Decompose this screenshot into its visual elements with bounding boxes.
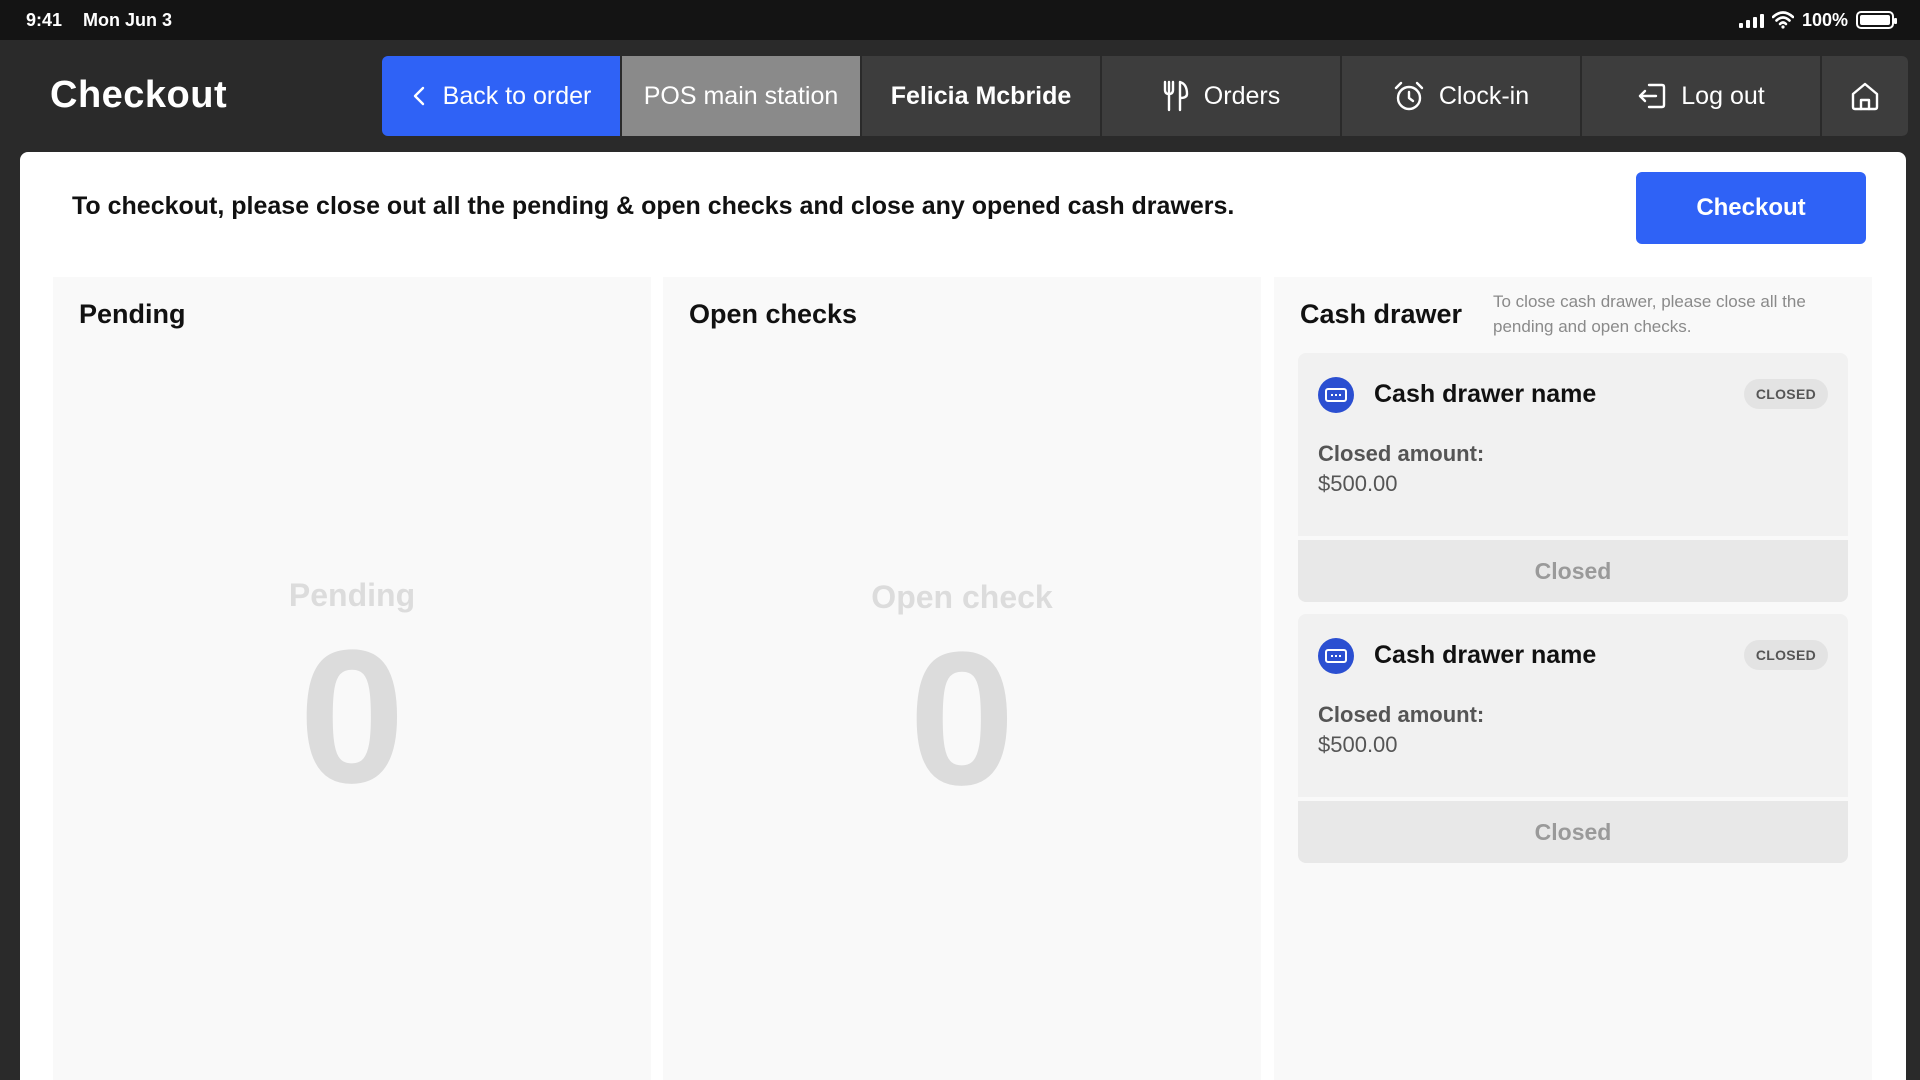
clock-in-label: Clock-in [1438,81,1530,110]
pending-column: Pending Pending 0 [53,277,651,1080]
cash-drawer-icon [1318,638,1354,674]
page-title: Checkout [50,74,228,116]
user-button[interactable]: Felicia Mcbride [862,56,1100,136]
battery-percent: 100% [1801,9,1848,30]
open-checks-title: Open checks [689,299,858,329]
pos-station-label: POS main station [643,81,839,110]
open-checks-count: 0 [909,613,1015,825]
status-bar: 9:41 Mon Jun 3 100% [0,0,1920,40]
battery-icon [1856,11,1897,29]
cash-drawer-name: Cash drawer name [1374,641,1597,669]
status-badge: CLOSED [1743,640,1828,670]
closed-amount-label: Closed amount: [1318,702,1485,727]
cash-drawer-name: Cash drawer name [1374,380,1597,408]
orders-button[interactable]: Orders [1102,56,1340,136]
cash-drawer-closed-button[interactable]: Closed [1298,540,1848,602]
cash-drawer-closed-button[interactable]: Closed [1298,801,1848,863]
closed-amount-label: Closed amount: [1318,441,1485,466]
pending-title: Pending [79,299,186,329]
status-time: 9:41 [26,9,63,30]
back-to-order-label: Back to order [442,81,592,110]
cash-drawer-card: Cash drawer name CLOSED Closed amount: $… [1298,353,1848,536]
fork-knife-icon [1163,80,1188,112]
home-button[interactable] [1822,56,1908,136]
pending-count: 0 [299,611,405,823]
status-badge: CLOSED [1743,379,1828,409]
cash-drawer-title: Cash drawer [1300,299,1463,329]
status-date: Mon Jun 3 [83,9,173,30]
top-nav: Back to order POS main station Felicia M… [382,56,1908,136]
chevron-left-icon [413,86,424,106]
checkout-panel: To checkout, please close out all the pe… [20,152,1906,1080]
pos-station-button[interactable]: POS main station [622,56,860,136]
cash-drawer-card: Cash drawer name CLOSED Closed amount: $… [1298,614,1848,797]
log-out-button[interactable]: Log out [1582,56,1820,136]
checkout-button[interactable]: Checkout [1636,172,1866,244]
user-name: Felicia Mcbride [890,81,1072,110]
alarm-clock-icon [1394,81,1424,111]
cellular-signal-icon [1738,12,1764,28]
home-icon [1851,82,1879,111]
checkout-instructions: To checkout, please close out all the pe… [72,192,1235,220]
cash-drawer-note: To close cash drawer, please close all t… [1493,292,1806,336]
back-to-order-button[interactable]: Back to order [382,56,620,136]
closed-amount-value: $500.00 [1318,471,1398,496]
pending-empty-label: Pending [288,577,416,613]
status-bar-left: 9:41 Mon Jun 3 [26,10,188,31]
header: Checkout Back to order POS main station … [0,40,1920,152]
log-out-icon [1639,83,1666,109]
clock-in-button[interactable]: Clock-in [1342,56,1580,136]
open-checks-column: Open checks Open check 0 [663,277,1261,1080]
closed-amount-value: $500.00 [1318,732,1398,757]
status-bar-right: 100% [1738,9,1897,31]
cash-drawer-column: Cash drawer To close cash drawer, please… [1274,277,1872,1080]
log-out-label: Log out [1681,81,1765,110]
orders-label: Orders [1203,81,1281,110]
open-checks-empty-label: Open check [871,579,1053,615]
wifi-icon [1771,11,1794,29]
cash-drawer-icon [1318,377,1354,413]
